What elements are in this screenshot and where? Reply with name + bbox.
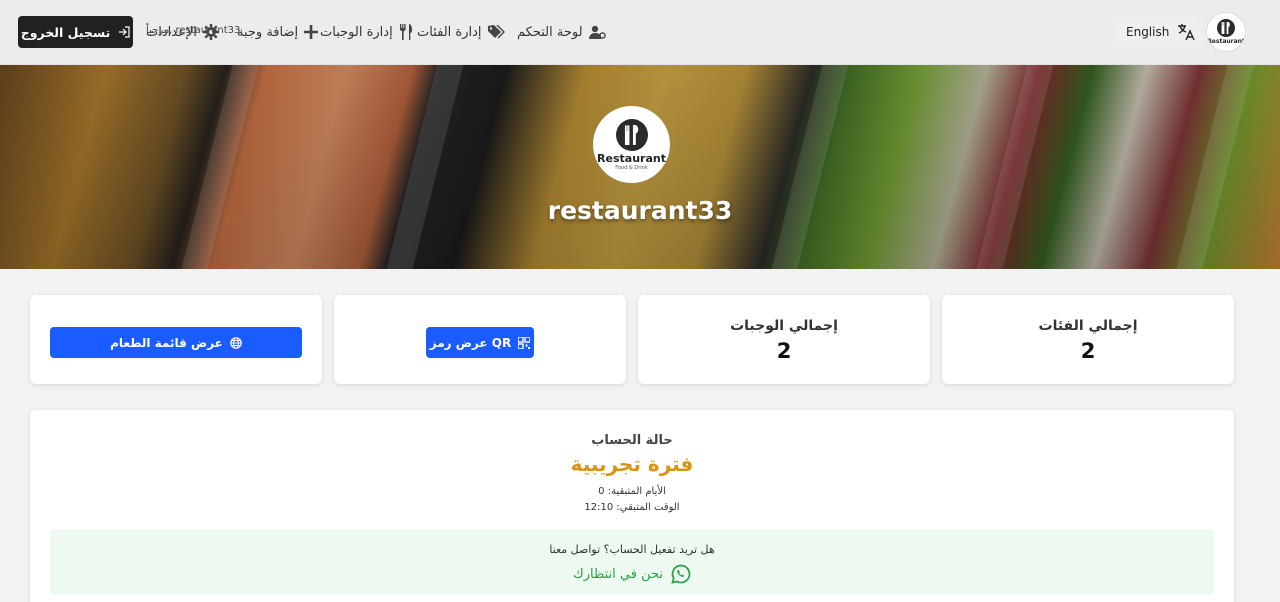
nav-add-meal[interactable]: إضافة وجبة [237, 22, 319, 42]
whatsapp-label: نحن في انتظارك [573, 566, 663, 582]
total-meals-label: إجمالي الوجبات [730, 318, 838, 334]
total-meals-value: 2 [776, 339, 792, 363]
utensils-icon [399, 24, 412, 40]
time-remaining: الوقت المتبقي: 12:10 [584, 502, 680, 513]
nav-categories[interactable]: إدارة الفئات [417, 22, 506, 42]
view-menu-button[interactable]: عرض قائمة الطعام [50, 327, 302, 358]
show-qr-label: عرض رمز QR [429, 335, 512, 350]
logout-button[interactable]: تسجيل الخروج [18, 16, 133, 48]
qr-code-icon [518, 336, 531, 349]
activation-question: هل تريد تفعيل الحساب؟ تواصل معنا [549, 543, 715, 556]
hero-restaurant-logo: Restaurant Food & Drink [593, 106, 670, 183]
total-categories-label: إجمالي الفئات [1038, 318, 1138, 334]
plus-icon [304, 25, 319, 39]
activation-contact-box: هل تريد تفعيل الحساب؟ تواصل معنا نحن في … [50, 529, 1214, 595]
account-status-title: حالة الحساب [591, 433, 673, 448]
view-menu-label: عرض قائمة الطعام [110, 335, 223, 350]
fork-knife-icon [615, 118, 648, 151]
logo-text: Restaurant [1207, 38, 1245, 45]
globe-icon [230, 336, 242, 349]
hero-logo-subtext: Food & Drink [615, 164, 648, 171]
total-categories-value: 2 [1080, 339, 1096, 363]
translate-icon [1178, 24, 1195, 41]
logout-label: تسجيل الخروج [20, 24, 111, 40]
hero-divider [1167, 65, 1259, 269]
welcome-text: مرحباً, restaurant33 [146, 25, 241, 36]
sign-out-icon [119, 26, 130, 38]
hero-divider [172, 65, 264, 269]
tags-icon [487, 25, 505, 39]
restaurant-name: restaurant33 [547, 196, 733, 225]
total-categories-card: إجمالي الفئات 2 [942, 295, 1234, 384]
nav-add-meal-label: إضافة وجبة [237, 24, 299, 40]
qr-card: عرض رمز QR [334, 295, 626, 384]
menu-card: عرض قائمة الطعام [30, 295, 322, 384]
total-meals-card: إجمالي الوجبات 2 [638, 295, 930, 384]
user-gear-icon [588, 25, 606, 39]
show-qr-button[interactable]: عرض رمز QR [426, 327, 534, 358]
account-status-value: فترة تجريبية [570, 452, 694, 476]
fork-knife-icon [1217, 19, 1235, 37]
nav-categories-label: إدارة الفئات [417, 24, 482, 40]
nav-dashboard-label: لوحة التحكم [517, 24, 583, 40]
language-switch-button[interactable]: English [1116, 17, 1206, 47]
hero-divider [377, 65, 469, 269]
hero-divider [762, 65, 854, 269]
days-remaining: الأيام المتبقية: 0 [598, 486, 666, 497]
language-label: English [1126, 25, 1170, 39]
restaurant-logo[interactable]: Restaurant [1206, 12, 1246, 52]
nav-dashboard[interactable]: لوحة التحكم [517, 22, 606, 42]
hero-logo-text: Restaurant [597, 151, 666, 165]
whatsapp-icon [671, 564, 691, 584]
top-navbar: Restaurant English لوحة التحكم إدارة الف… [0, 0, 1280, 65]
hero-divider [967, 65, 1059, 269]
account-status-section: حالة الحساب فترة تجريبية الأيام المتبقية… [30, 410, 1234, 602]
nav-meals[interactable]: إدارة الوجبات [320, 22, 413, 42]
whatsapp-contact-link[interactable]: نحن في انتظارك [50, 564, 1214, 584]
nav-meals-label: إدارة الوجبات [320, 24, 393, 40]
